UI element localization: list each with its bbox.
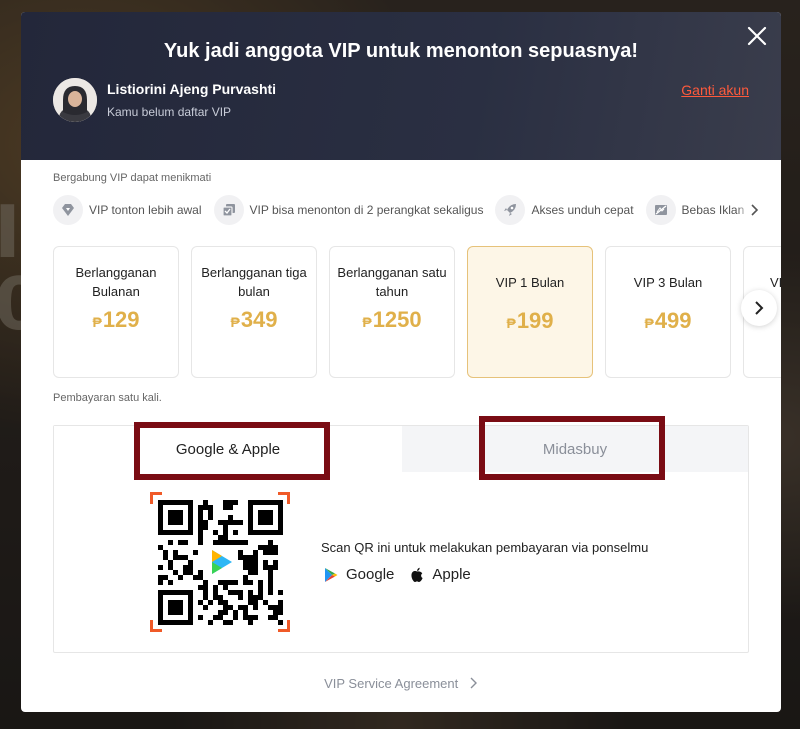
plan-name: VIP 3 Bulan [633, 275, 703, 290]
rocket-icon [495, 195, 526, 225]
tab-google-apple[interactable]: Google & Apple [54, 426, 402, 472]
no-ads-icon [645, 195, 676, 225]
plan-card-three-month-subscription[interactable]: Berlangganan tiga bulan ₱349 [191, 246, 317, 378]
plan-price: ₱499 [644, 308, 692, 333]
apple-icon [411, 567, 423, 582]
benefit-label: Bebas Iklan [681, 203, 745, 217]
vip-purchase-modal: Yuk jadi anggota VIP untuk menonton sepu… [21, 12, 781, 712]
chevron-right-icon [470, 677, 477, 689]
payment-note: Pembayaran satu kali. [53, 392, 162, 404]
close-button[interactable] [745, 24, 769, 48]
devices-icon [213, 195, 244, 225]
plans-next-button[interactable] [741, 290, 777, 326]
vip-status: Kamu belum daftar VIP [107, 105, 232, 119]
close-icon [747, 26, 767, 46]
switch-account-link[interactable]: Ganti akun [681, 82, 749, 98]
benefit-label: Akses unduh cepat [531, 203, 634, 217]
benefit-item: VIP tonton lebih awal [53, 195, 202, 225]
user-name: Listiorini Ajeng Purvashti [107, 81, 277, 97]
chevron-right-icon [755, 301, 764, 315]
plan-price: ₱349 [230, 307, 278, 332]
plan-list: Berlangganan Bulanan ₱129 Berlangganan t… [53, 246, 781, 378]
plan-price: ₱129 [92, 307, 140, 332]
qr-frame-corner [278, 492, 290, 504]
plan-name: Berlangganan satu tahun [337, 265, 447, 299]
agreement-label: VIP Service Agreement [324, 676, 459, 691]
benefit-item: Bebas Iklan [645, 195, 745, 225]
plan-name: VIP 1 Bulan [495, 275, 565, 290]
benefits-list: VIP tonton lebih awal VIP bisa menonton … [53, 192, 773, 228]
scan-instruction: Scan QR ini untuk melakukan pembayaran v… [321, 540, 649, 555]
payment-qr-code [150, 492, 290, 632]
avatar [53, 78, 97, 122]
benefit-item: Akses unduh cepat [495, 195, 634, 225]
vip-service-agreement-link[interactable]: VIP Service Agreement [21, 676, 781, 691]
plan-price: ₱1250 [362, 307, 422, 332]
modal-header: Yuk jadi anggota VIP untuk menonton sepu… [21, 12, 781, 160]
user-info: Listiorini Ajeng Purvashti Kamu belum da… [53, 78, 276, 122]
qr-frame-corner [150, 492, 162, 504]
payment-panel: Google & Apple Midasbuy Scan QR ini untu… [53, 416, 749, 653]
plan-card-yearly-subscription[interactable]: Berlangganan satu tahun ₱1250 [329, 246, 455, 378]
store-list: Google Apple [324, 566, 487, 583]
store-google: Google [324, 566, 394, 583]
qr-frame-corner [150, 620, 162, 632]
plan-name: Berlangganan tiga bulan [201, 265, 307, 299]
store-label: Google [346, 566, 395, 583]
modal-title: Yuk jadi anggota VIP untuk menonton sepu… [163, 40, 639, 62]
plan-price: ₱199 [506, 308, 554, 333]
plan-name: Berlangganan Bulanan [75, 265, 157, 299]
diamond-icon [53, 195, 83, 225]
store-apple: Apple [410, 566, 471, 583]
benefit-label: VIP bisa menonton di 2 perangkat sekalig… [249, 203, 484, 217]
tab-midasbuy[interactable]: Midasbuy [402, 426, 748, 472]
benefits-next-button[interactable] [737, 192, 773, 228]
benefit-item: VIP bisa menonton di 2 perangkat sekalig… [213, 195, 484, 225]
plan-card-vip-1-month[interactable]: VIP 1 Bulan ₱199 [467, 246, 593, 378]
chevron-right-icon [751, 204, 759, 216]
benefits-title: Bergabung VIP dapat menikmati [53, 172, 212, 184]
qr-frame-corner [278, 620, 290, 632]
google-play-icon [325, 567, 338, 582]
plan-card-vip-3-month[interactable]: VIP 3 Bulan ₱499 [605, 246, 731, 378]
benefit-label: VIP tonton lebih awal [89, 203, 202, 217]
store-label: Apple [432, 566, 471, 583]
plan-name: VI [770, 275, 781, 290]
plan-card-monthly-subscription[interactable]: Berlangganan Bulanan ₱129 [53, 246, 179, 378]
